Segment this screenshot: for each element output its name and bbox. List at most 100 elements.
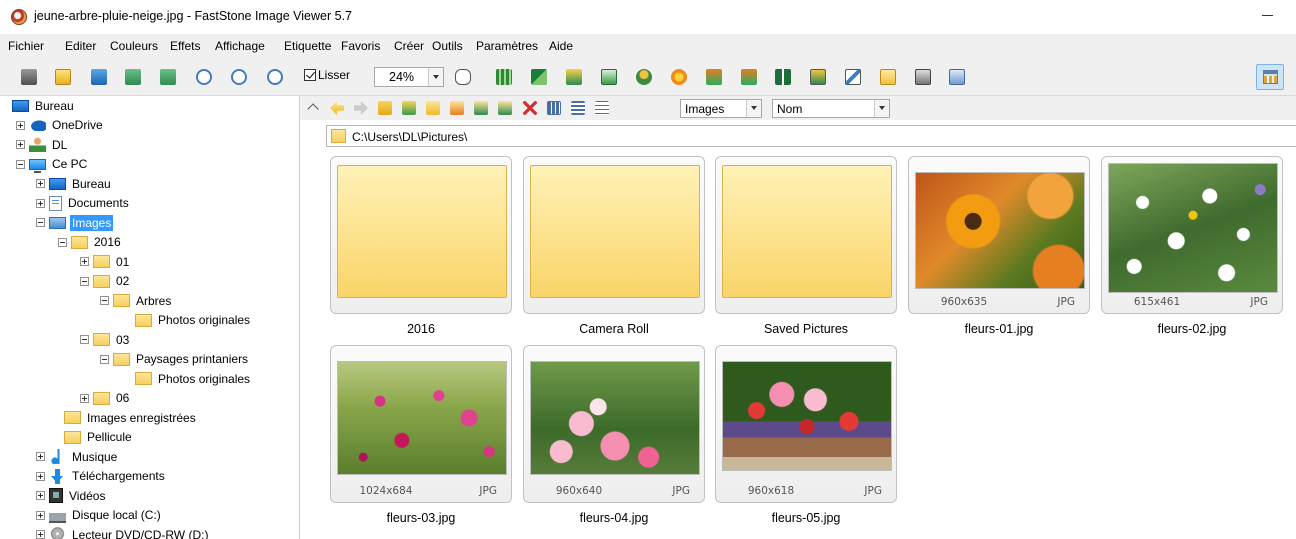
menu-couleurs[interactable]: Couleurs (110, 39, 158, 53)
smooth-checkbox[interactable]: Lisser (304, 68, 350, 82)
expand-icon[interactable] (80, 257, 89, 267)
expand-icon[interactable] (36, 530, 45, 539)
thumb-image-fleurs-04[interactable]: 960x640 JPG (523, 345, 705, 503)
menu-favoris[interactable]: Favoris (341, 39, 380, 53)
user-stamp-icon[interactable] (633, 66, 655, 88)
move-icon[interactable] (496, 99, 514, 117)
hand-tool-icon[interactable] (452, 66, 474, 88)
tree-item-01[interactable]: 01 (80, 252, 131, 272)
filter-select[interactable]: Images (680, 99, 762, 118)
tree-item-arbres[interactable]: Arbres (100, 291, 173, 311)
delete-icon[interactable] (521, 99, 539, 117)
thumbnails-view-icon[interactable] (545, 99, 563, 117)
expand-icon[interactable] (16, 140, 25, 150)
scroll-up-icon[interactable] (304, 99, 322, 117)
menu-editer[interactable]: Editer (65, 39, 96, 53)
collapse-icon[interactable] (80, 335, 89, 345)
collapse-icon[interactable] (80, 276, 89, 286)
list-view-icon[interactable] (569, 99, 587, 117)
tree-item-dl[interactable]: DL (16, 135, 69, 155)
menu-outils[interactable]: Outils (432, 39, 463, 53)
tree-item-2016[interactable]: 2016 (58, 233, 123, 253)
draw-icon[interactable] (842, 66, 864, 88)
collapse-icon[interactable] (36, 218, 45, 228)
thumb-folder-camera-roll[interactable] (523, 156, 705, 314)
tree-item-photos-originales-2[interactable]: Photos originales (122, 369, 252, 389)
email-icon[interactable] (877, 66, 899, 88)
collapse-icon[interactable] (16, 159, 25, 169)
chevron-down-icon[interactable] (874, 100, 889, 117)
expand-icon[interactable] (36, 471, 45, 481)
favorites-icon[interactable] (448, 99, 466, 117)
sun-effect-icon[interactable] (668, 66, 690, 88)
menu-aide[interactable]: Aide (549, 39, 573, 53)
menu-etiquette[interactable]: Etiquette (284, 39, 331, 53)
expand-icon[interactable] (16, 120, 25, 130)
slideshow-icon[interactable] (807, 66, 829, 88)
tree-item-bureau-pc[interactable]: Bureau (36, 174, 113, 194)
copy-icon[interactable] (472, 99, 490, 117)
expand-icon[interactable] (36, 179, 45, 189)
tree-item-03[interactable]: 03 (80, 330, 131, 350)
tree-item-telechargements[interactable]: Téléchargements (36, 467, 167, 487)
collapse-icon[interactable] (58, 237, 67, 247)
smooth-check-box[interactable] (304, 69, 316, 81)
forward-icon[interactable] (352, 99, 370, 117)
tree-item-onedrive[interactable]: OneDrive (16, 116, 105, 136)
tree-item-bureau[interactable]: Bureau (12, 96, 76, 116)
menu-effets[interactable]: Effets (170, 39, 200, 53)
tree-item-pellicule[interactable]: Pellicule (51, 428, 134, 448)
thumb-folder-2016[interactable] (330, 156, 512, 314)
back-icon[interactable] (328, 99, 346, 117)
collapse-icon[interactable] (100, 296, 109, 306)
zoom-select[interactable]: 24% (374, 67, 444, 87)
chevron-down-icon[interactable] (746, 100, 761, 117)
tree-item-musique[interactable]: Musique (36, 447, 119, 467)
save-icon[interactable] (88, 66, 110, 88)
menu-parametres[interactable]: Paramètres (476, 39, 538, 53)
tree-item-documents[interactable]: Documents (36, 194, 131, 214)
thumb-image-fleurs-05[interactable]: 960x618 JPG (715, 345, 897, 503)
details-view-icon[interactable] (593, 99, 611, 117)
tree-item-paysages-printaniers[interactable]: Paysages printaniers (100, 350, 250, 370)
tree-item-videos[interactable]: Vidéos (36, 486, 107, 506)
tree-item-02[interactable]: 02 (80, 272, 131, 292)
resize-icon[interactable] (528, 66, 550, 88)
parent-folder-icon[interactable] (376, 99, 394, 117)
thumb-image-fleurs-02[interactable]: 615x461 JPG (1101, 156, 1283, 314)
menu-creer[interactable]: Créer (394, 39, 424, 53)
tree-item-06[interactable]: 06 (80, 389, 131, 409)
thumb-image-fleurs-03[interactable]: 1024x684 JPG (330, 345, 512, 503)
actual-size-icon[interactable] (264, 66, 286, 88)
expand-icon[interactable] (36, 198, 45, 208)
tree-item-ce-pc[interactable]: Ce PC (16, 155, 89, 175)
minimize-button[interactable] (1262, 8, 1276, 22)
expand-icon[interactable] (36, 452, 45, 462)
layout-toggle-icon[interactable] (1256, 64, 1284, 90)
zoom-in-icon[interactable] (193, 66, 215, 88)
sort-select[interactable]: Nom (772, 99, 890, 118)
zoom-out-icon[interactable] (228, 66, 250, 88)
next-icon[interactable] (157, 66, 179, 88)
menu-affichage[interactable]: Affichage (215, 39, 265, 53)
tree-item-lecteur-dvd[interactable]: Lecteur DVD/CD-RW (D:) (36, 525, 210, 539)
settings-icon[interactable] (946, 66, 968, 88)
print-icon[interactable] (912, 66, 934, 88)
film-icon[interactable] (493, 66, 515, 88)
compare-icon[interactable] (772, 66, 794, 88)
camera-icon[interactable] (18, 66, 40, 88)
path-bar[interactable]: C:\Users\DL\Pictures\ (326, 125, 1296, 147)
previous-icon[interactable] (122, 66, 144, 88)
edit-text-icon[interactable] (598, 66, 620, 88)
open-folder-icon[interactable] (52, 66, 74, 88)
expand-icon[interactable] (36, 491, 45, 501)
tree-item-photos-originales[interactable]: Photos originales (122, 311, 252, 331)
expand-icon[interactable] (80, 393, 89, 403)
collapse-icon[interactable] (100, 354, 109, 364)
rotate-left-icon[interactable] (703, 66, 725, 88)
refresh-icon[interactable] (400, 99, 418, 117)
crop-icon[interactable] (563, 66, 585, 88)
tree-item-images[interactable]: Images (36, 213, 114, 233)
thumb-image-fleurs-01[interactable]: 960x635 JPG (908, 156, 1090, 314)
rotate-right-icon[interactable] (738, 66, 760, 88)
